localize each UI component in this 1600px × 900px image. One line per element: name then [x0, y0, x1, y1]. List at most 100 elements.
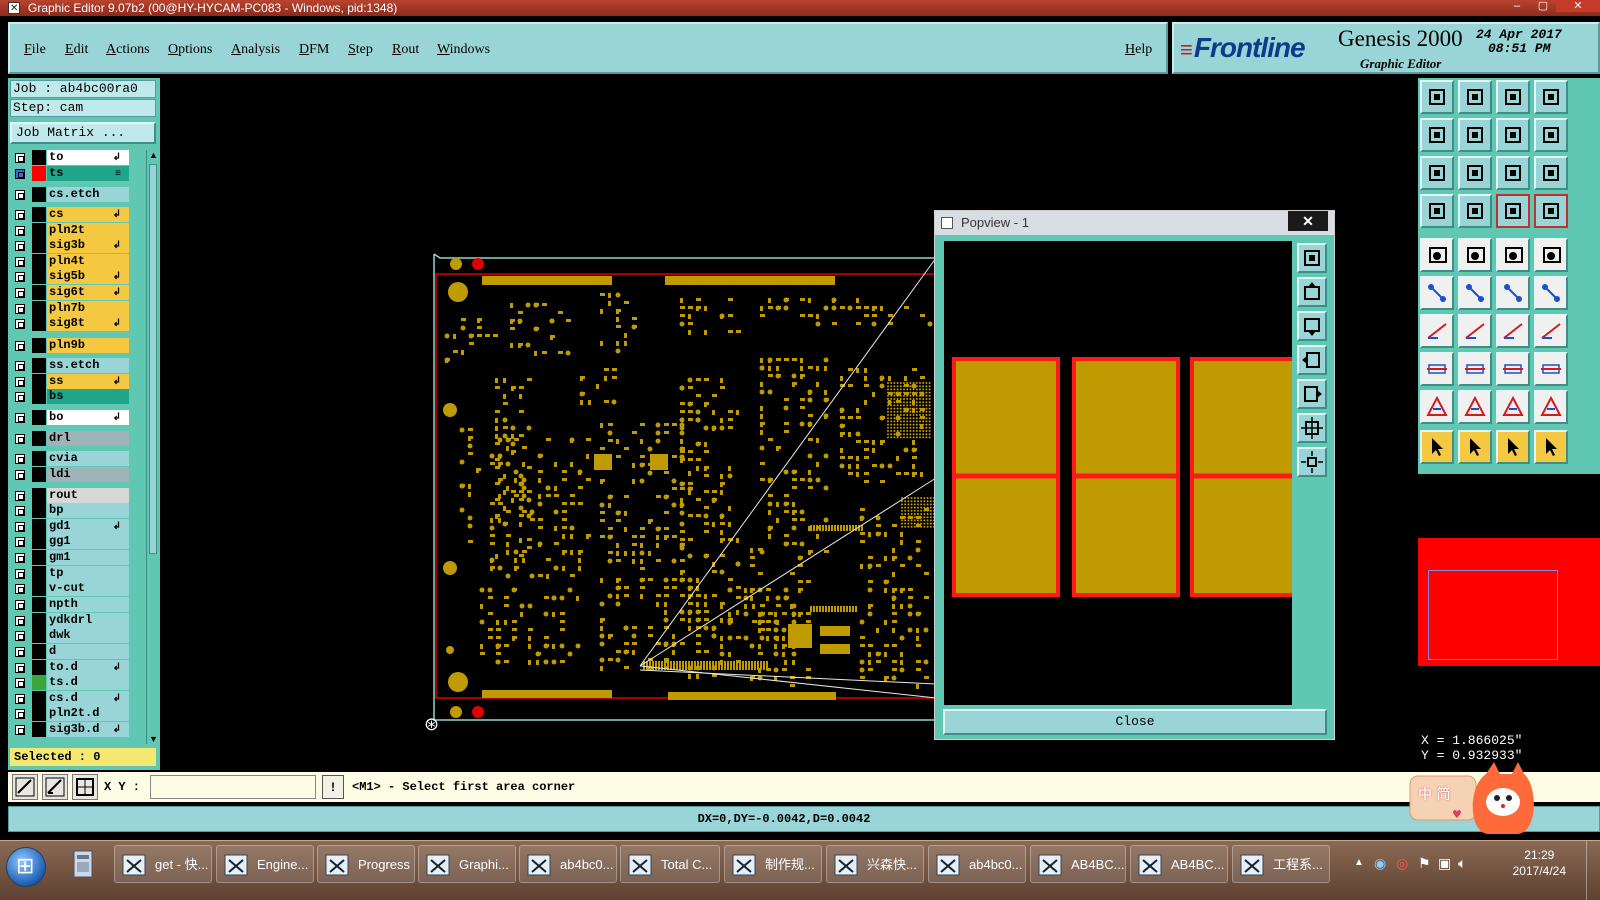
layer-color-swatch[interactable]: [32, 722, 46, 737]
layer-checkbox[interactable]: [15, 392, 25, 402]
layer-name[interactable]: sig6t ↲: [47, 285, 129, 300]
step-down-icon[interactable]: [1496, 80, 1530, 114]
layer-row[interactable]: npth: [10, 597, 144, 612]
triangle-add-icon[interactable]: [1458, 390, 1492, 424]
layer-color-swatch[interactable]: [32, 706, 46, 721]
menu-analysis[interactable]: Analysis: [231, 42, 280, 58]
menu-file[interactable]: File: [24, 42, 46, 58]
layer-checkbox[interactable]: [15, 434, 25, 444]
layer-row[interactable]: gd1 ↲: [10, 519, 144, 534]
layer-row[interactable]: pln4t: [10, 254, 144, 269]
taskbar-item[interactable]: Graphi...: [418, 845, 516, 883]
layer-name[interactable]: cs ↲: [47, 207, 129, 222]
zoom-center-icon[interactable]: [1458, 156, 1492, 190]
layer-checkbox[interactable]: [15, 616, 25, 626]
popview-title-bar[interactable]: Popview - 1 ✕: [935, 211, 1334, 235]
tray-flag-icon[interactable]: ⚑: [1418, 855, 1431, 872]
layer-color-swatch[interactable]: [32, 238, 46, 253]
tray-volume-icon[interactable]: 🔈︎: [1458, 855, 1466, 872]
add-line-icon[interactable]: [1420, 314, 1454, 348]
layer-name[interactable]: pln9b: [47, 338, 129, 353]
layer-name[interactable]: d: [47, 644, 129, 659]
layer-row[interactable]: pln9b: [10, 338, 144, 353]
xy-input[interactable]: [150, 775, 316, 799]
popview-pan-down-icon[interactable]: [1297, 311, 1327, 341]
layer-color-swatch[interactable]: [32, 566, 46, 581]
layer-checkbox[interactable]: [15, 600, 25, 610]
taskbar-item[interactable]: AB4BC...: [1030, 845, 1126, 883]
overview-window[interactable]: [1418, 478, 1600, 726]
layer-color-swatch[interactable]: [32, 316, 46, 331]
start-button[interactable]: [6, 847, 46, 887]
layer-checkbox[interactable]: [15, 319, 25, 329]
layer-name[interactable]: sig3b ↲: [47, 238, 129, 253]
layer-color-swatch[interactable]: [32, 467, 46, 482]
layer-checkbox[interactable]: [15, 584, 25, 594]
layer-checkbox[interactable]: [15, 377, 25, 387]
layer-row[interactable]: pln2t.d: [10, 706, 144, 721]
layer-checkbox[interactable]: [15, 169, 25, 179]
layer-name[interactable]: ydkdrl: [47, 613, 129, 628]
taskbar-item[interactable]: Engine...: [216, 845, 314, 883]
popview-zoom-out-icon[interactable]: [1297, 447, 1327, 477]
layer-list-scrollbar[interactable]: ▲ ▼: [146, 150, 158, 744]
layer-name[interactable]: ts ≡: [47, 166, 129, 181]
layer-name[interactable]: ss ↲: [47, 374, 129, 389]
layer-checkbox[interactable]: [15, 470, 25, 480]
pointer-net-icon[interactable]: [1496, 430, 1530, 464]
layer-row[interactable]: cs.etch: [10, 187, 144, 202]
layer-row[interactable]: sig3b ↲: [10, 238, 144, 253]
layer-row[interactable]: cs.d ↲: [10, 691, 144, 706]
job-matrix-button[interactable]: Job Matrix ...: [10, 122, 156, 144]
menu-actions[interactable]: Actions: [106, 42, 150, 58]
arc-mode-icon[interactable]: [1496, 314, 1530, 348]
layer-row[interactable]: sig5b ↲: [10, 269, 144, 284]
layer-checkbox[interactable]: [15, 413, 25, 423]
mirror-mode-icon[interactable]: [1534, 314, 1568, 348]
pointer-route-icon[interactable]: [1534, 430, 1568, 464]
layer-color-swatch[interactable]: [32, 254, 46, 269]
overview-view-box[interactable]: [1428, 570, 1558, 660]
layer-color-swatch[interactable]: [32, 301, 46, 316]
layer-name[interactable]: sig3b.d ↲: [47, 722, 129, 737]
triangle-more-icon[interactable]: [1534, 390, 1568, 424]
layer-row[interactable]: rout: [10, 488, 144, 503]
layer-checkbox[interactable]: [15, 341, 25, 351]
menu-rout[interactable]: Rout: [392, 42, 419, 58]
menu-help[interactable]: Help: [1125, 42, 1152, 58]
layer-name[interactable]: tp: [47, 566, 129, 581]
layer-color-swatch[interactable]: [32, 581, 46, 596]
taskbar-item[interactable]: Progress: [317, 845, 415, 883]
layer-row[interactable]: ts ≡: [10, 166, 144, 181]
layer-color-swatch[interactable]: [32, 519, 46, 534]
layer-checkbox[interactable]: [15, 553, 25, 563]
popview-close-x-button[interactable]: ✕: [1288, 211, 1328, 231]
layer-name[interactable]: sig5b ↲: [47, 269, 129, 284]
layer-checkbox[interactable]: [15, 647, 25, 657]
layer-row[interactable]: bp: [10, 503, 144, 518]
taskbar-item[interactable]: AB4BC...: [1130, 845, 1228, 883]
layer-checkbox[interactable]: [15, 288, 25, 298]
snap-mode-icon[interactable]: [12, 774, 38, 800]
layer-name[interactable]: bo ↲: [47, 410, 129, 425]
layer-checkbox[interactable]: [15, 694, 25, 704]
layer-color-swatch[interactable]: [32, 534, 46, 549]
layer-color-swatch[interactable]: [32, 166, 46, 181]
taskbar-item[interactable]: 制作规...: [724, 845, 822, 883]
layer-checkbox[interactable]: [15, 725, 25, 735]
layer-row[interactable]: pln7b: [10, 301, 144, 316]
layer-name[interactable]: to ↲: [47, 150, 129, 165]
layer-color-swatch[interactable]: [32, 207, 46, 222]
layer-name[interactable]: gm1: [47, 550, 129, 565]
layer-row[interactable]: sig3b.d ↲: [10, 722, 144, 737]
zoom-window-icon[interactable]: [1496, 118, 1530, 152]
layer-row[interactable]: ss ↲: [10, 374, 144, 389]
snap-settings-icon[interactable]: [1420, 194, 1454, 228]
taskbar-item[interactable]: 兴森快...: [826, 845, 924, 883]
layer-checkbox[interactable]: [15, 241, 25, 251]
layer-row[interactable]: dwk: [10, 628, 144, 643]
minimize-button[interactable]: –: [1504, 0, 1530, 12]
layer-row[interactable]: d: [10, 644, 144, 659]
layer-row[interactable]: ss.etch: [10, 358, 144, 373]
layer-row[interactable]: bo ↲: [10, 410, 144, 425]
